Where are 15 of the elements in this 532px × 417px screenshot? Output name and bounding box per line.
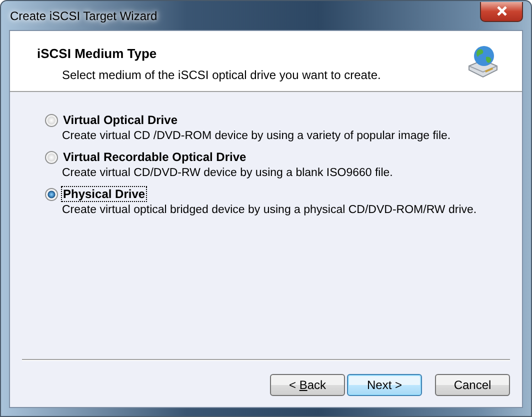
page-subtitle: Select medium of the iSCSI optical drive you want to create. xyxy=(62,68,381,82)
radio-option[interactable]: Virtual Optical Drive xyxy=(45,113,522,127)
window-title: Create iSCSI Target Wizard xyxy=(9,8,158,22)
option-description: Create virtual optical bridged device by using a physical CD/DVD-ROM/RW drive. xyxy=(62,204,478,216)
option-description: Create virtual CD /DVD-ROM device by using a variety of popular image file. xyxy=(62,130,452,142)
option-description: Create virtual CD/DVD-RW device by using a blank ISO9660 file. xyxy=(62,167,394,179)
radio-option[interactable]: Physical Drive xyxy=(45,187,522,201)
radio-option[interactable]: Virtual Recordable Optical Drive xyxy=(45,150,522,164)
close-button[interactable] xyxy=(480,2,523,22)
page-title: iSCSI Medium Type xyxy=(37,46,158,61)
close-icon xyxy=(496,6,508,16)
wizard-button[interactable]: < Back xyxy=(270,374,345,396)
globe-drive-icon xyxy=(466,45,500,79)
wizard-button[interactable]: Next > xyxy=(347,374,422,396)
wizard-button[interactable]: Cancel xyxy=(435,374,510,396)
